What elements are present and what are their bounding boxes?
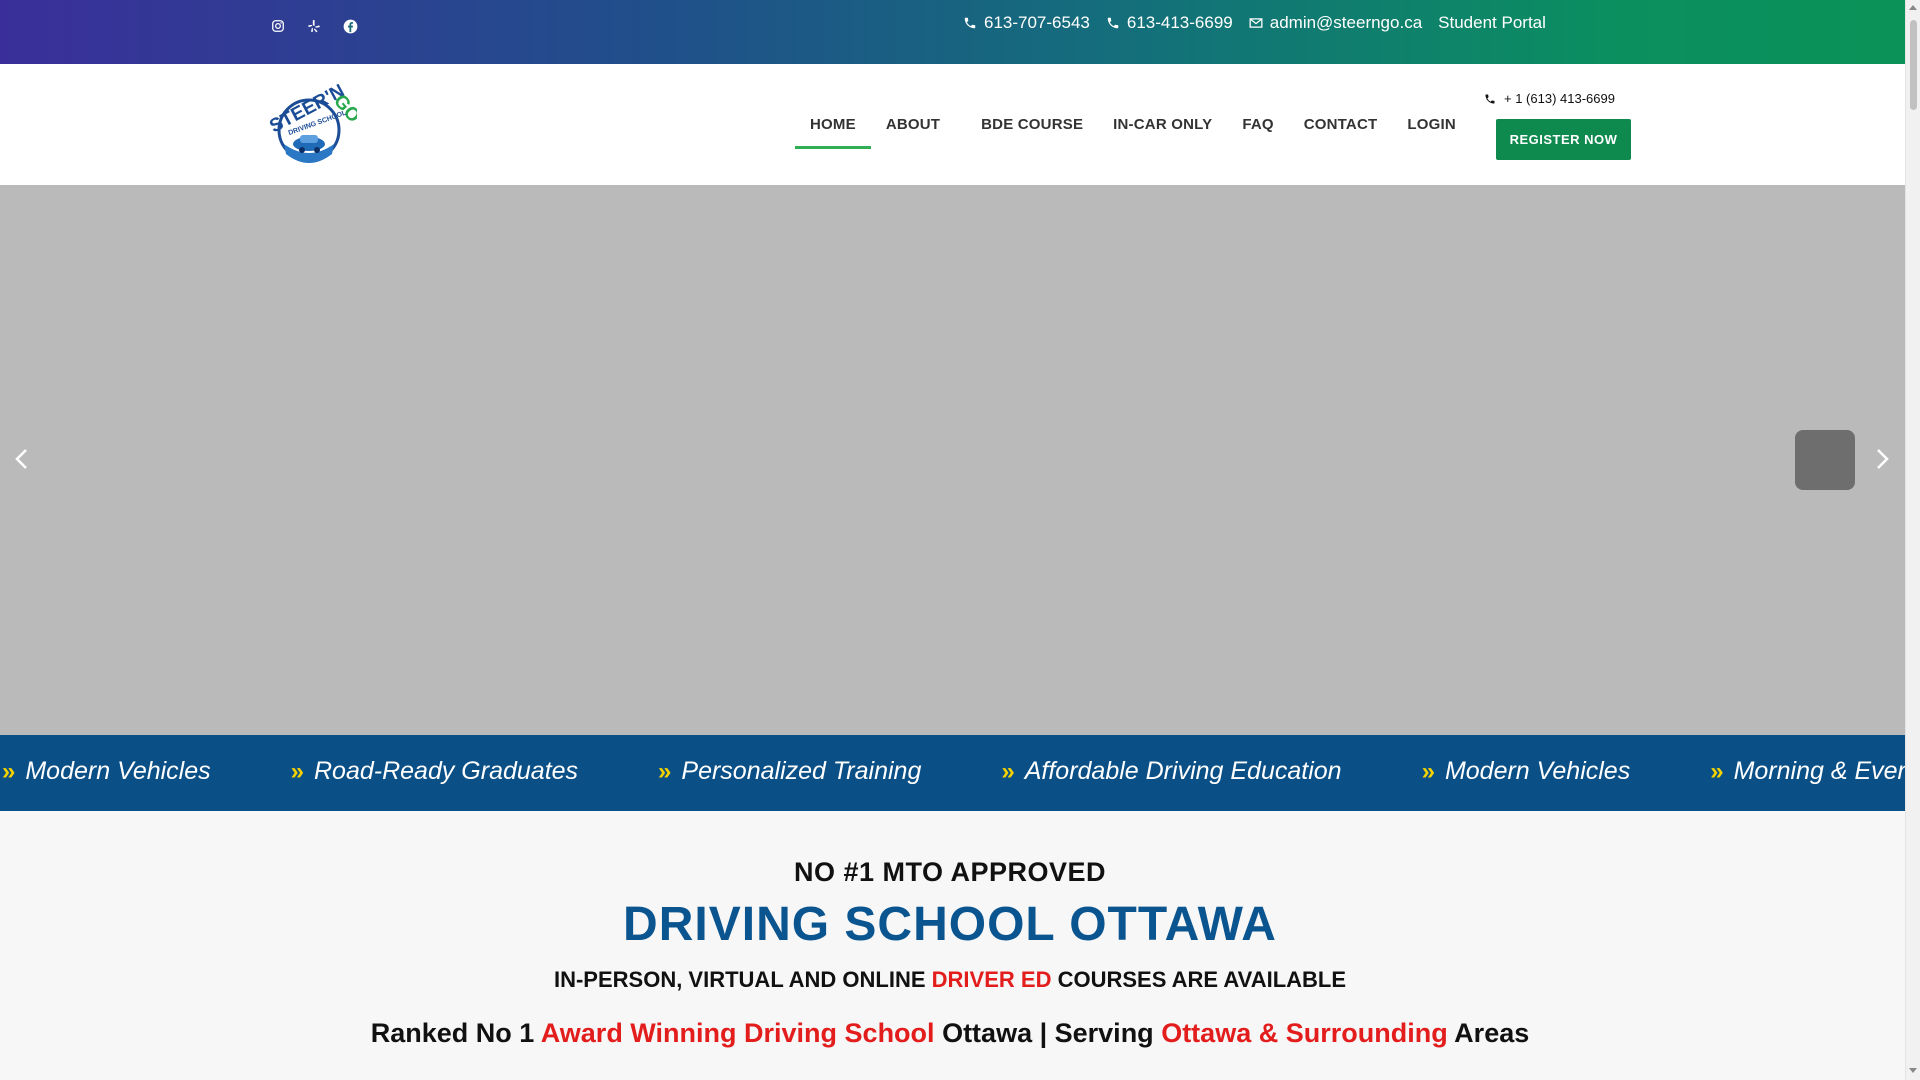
phone-icon [1485, 94, 1495, 103]
page: 613-707-6543 613-413-6699 admin@steerngo… [0, 0, 1905, 1080]
ticker-item: » Modern Vehicles [2, 757, 211, 785]
slider-control-button[interactable] [1795, 430, 1855, 490]
nav-contact[interactable]: CONTACT [1289, 102, 1393, 149]
top-bar: 613-707-6543 613-413-6699 admin@steerngo… [0, 0, 1905, 64]
ticker-item: » Personalized Training [658, 757, 922, 785]
scroll-down-arrow-icon[interactable] [1909, 1068, 1917, 1073]
page-scrollbar[interactable] [1905, 0, 1920, 1080]
chevron-double-right-icon: » [658, 757, 672, 785]
yelp-icon[interactable] [306, 18, 322, 34]
phone-icon [964, 17, 976, 29]
nav-about[interactable]: ABOUT [871, 102, 966, 149]
social-links [270, 18, 358, 34]
contact-bar: 613-707-6543 613-413-6699 admin@steerngo… [963, 13, 1546, 33]
scroll-up-arrow-icon[interactable] [1909, 5, 1917, 10]
header-phone-number: + 1 (613) 413-6699 [1504, 91, 1615, 106]
ranking-text: Ranked No 1 Award Winning Driving School… [370, 1018, 1530, 1048]
ticker-track: » Modern Vehicles » Road-Ready Graduates »… [0, 757, 1905, 786]
hero-slider [0, 185, 1905, 735]
nav-home[interactable]: HOME [795, 102, 871, 149]
phone-link-2[interactable]: 613-413-6699 [1106, 13, 1233, 33]
chevron-double-right-icon: » [1001, 757, 1015, 785]
nav-faq[interactable]: FAQ [1227, 102, 1288, 149]
student-portal-link[interactable]: Student Portal [1438, 13, 1546, 33]
chevron-double-right-icon: » [290, 757, 304, 785]
chevron-double-right-icon: » [1421, 757, 1435, 785]
nav-bde-course[interactable]: BDE COURSE [966, 102, 1098, 149]
mto-approved-heading: NO #1 MTO APPROVED [793, 857, 1107, 887]
site-header: STEER'N GO DRIVING SCHOOL HOME ABOUT BDE… [0, 64, 1905, 185]
feature-ticker: » Modern Vehicles » Road-Ready Graduates »… [0, 735, 1905, 811]
slider-prev-button[interactable] [10, 447, 34, 471]
site-logo[interactable]: STEER'N GO DRIVING SCHOOL [262, 81, 364, 168]
ticker-item: »Morning & Evening C [1710, 757, 1905, 785]
intro-section: NO #1 MTO APPROVED DRIVING SCHOOL OTTAWA… [0, 811, 1905, 1080]
email-link[interactable]: admin@steerngo.ca [1249, 13, 1422, 33]
page-title: DRIVING SCHOOL OTTAWA [623, 898, 1277, 951]
phone-number-1: 613-707-6543 [984, 13, 1090, 32]
ticker-item: » Affordable Driving Education [1001, 757, 1342, 785]
facebook-icon[interactable] [342, 18, 358, 34]
nav-login[interactable]: LOGIN [1392, 102, 1471, 149]
ticker-item: » Modern Vehicles [1421, 757, 1631, 785]
chevron-double-right-icon: » [1710, 757, 1724, 785]
phone-link-1[interactable]: 613-707-6543 [963, 13, 1090, 33]
slider-next-button[interactable] [1870, 447, 1894, 471]
chevron-left-icon [15, 449, 27, 469]
scrollbar-thumb[interactable] [1910, 20, 1917, 110]
register-now-button[interactable]: REGISTER NOW [1496, 119, 1631, 160]
ticker-item: » Road-Ready Graduates [290, 757, 579, 785]
phone-number-2: 613-413-6699 [1126, 13, 1233, 32]
header-phone-link[interactable]: + 1 (613) 413-6699 [1484, 91, 1615, 106]
chevron-double-right-icon: » [2, 757, 16, 785]
nav-in-car-only[interactable]: IN-CAR ONLY [1098, 102, 1227, 149]
email-address: admin@steerngo.ca [1269, 13, 1423, 32]
instagram-icon[interactable] [270, 18, 286, 34]
phone-icon [1107, 17, 1119, 29]
main-nav: HOME ABOUT BDE COURSE IN-CAR ONLY FAQ CO… [795, 102, 1471, 149]
envelope-icon [1249, 18, 1263, 28]
chevron-right-icon [1877, 449, 1889, 469]
courses-available-text: IN-PERSON, VIRTUAL AND ONLINE DRIVER ED … [553, 967, 1347, 992]
